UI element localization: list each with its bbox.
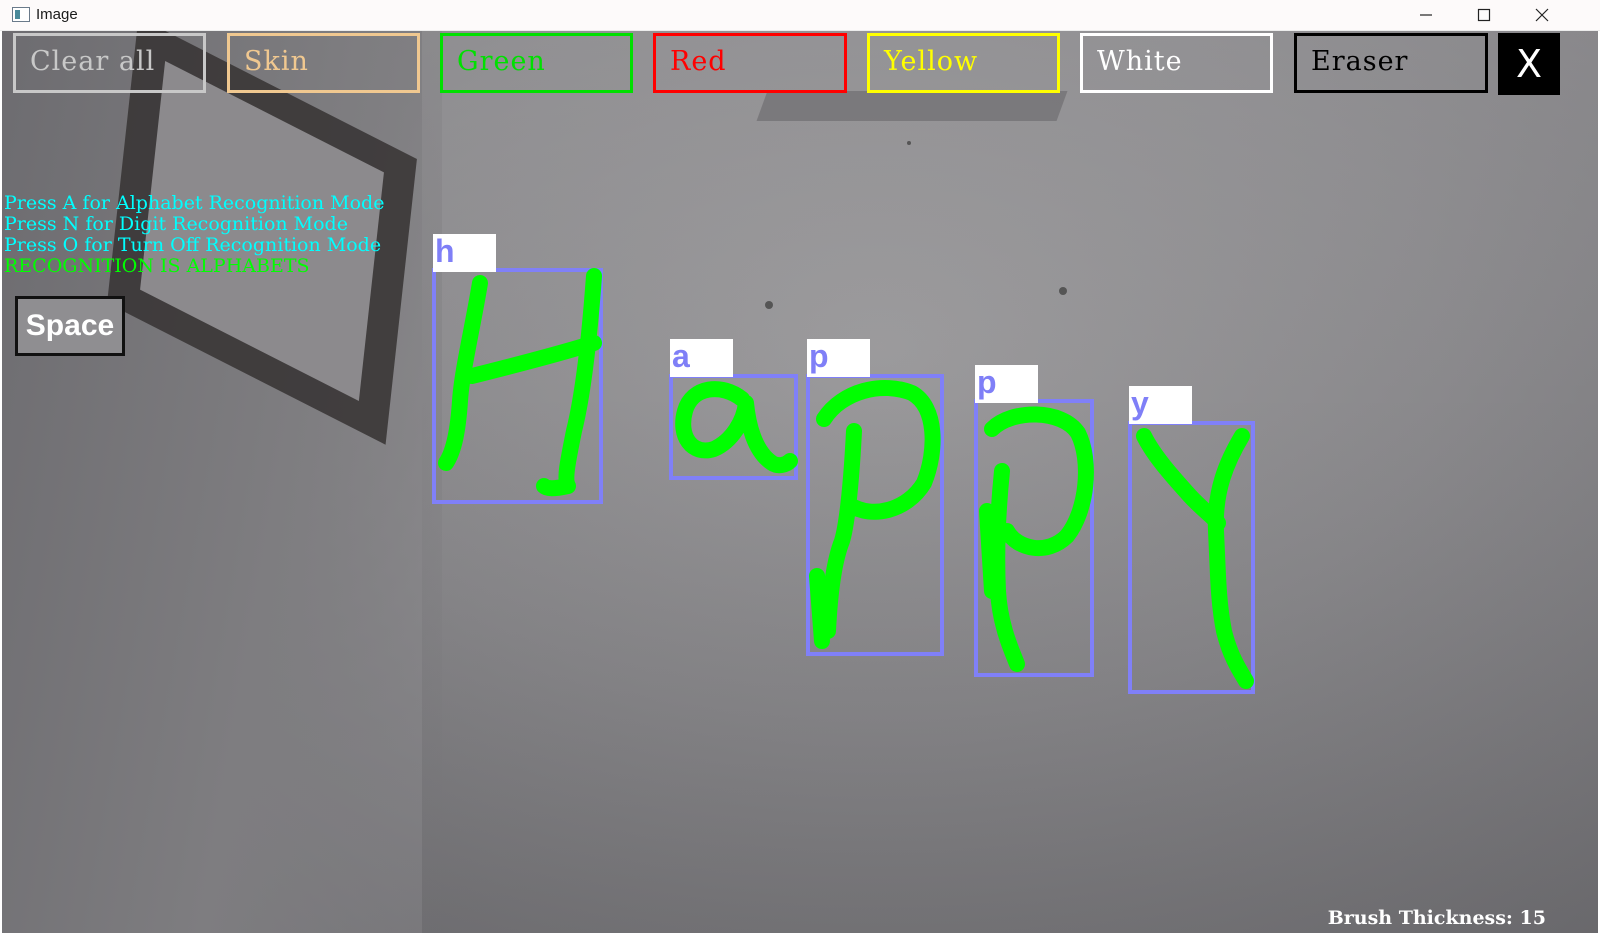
stroke-letter-h bbox=[438, 268, 602, 497]
maximize-button[interactable] bbox=[1455, 0, 1513, 30]
brush-thickness-indicator: Brush Thickness: 15 bbox=[1327, 907, 1546, 929]
stroke-letter-p2 bbox=[979, 406, 1094, 672]
camera-canvas[interactable]: Clear all Skin Green Red Yellow White Er… bbox=[2, 31, 1598, 933]
window-close-button[interactable] bbox=[1513, 0, 1571, 30]
stroke-letter-y bbox=[1136, 428, 1254, 689]
drawing-layer bbox=[438, 268, 1254, 689]
maximize-icon bbox=[1477, 8, 1491, 22]
minimize-icon bbox=[1420, 14, 1432, 16]
close-icon bbox=[1535, 8, 1549, 22]
minimize-button[interactable] bbox=[1397, 0, 1455, 30]
window-title: Image bbox=[36, 6, 78, 23]
app-icon bbox=[12, 7, 30, 22]
stroke-letter-p1 bbox=[809, 380, 941, 649]
stroke-letter-a bbox=[675, 381, 798, 474]
window-titlebar: Image bbox=[0, 0, 1600, 31]
